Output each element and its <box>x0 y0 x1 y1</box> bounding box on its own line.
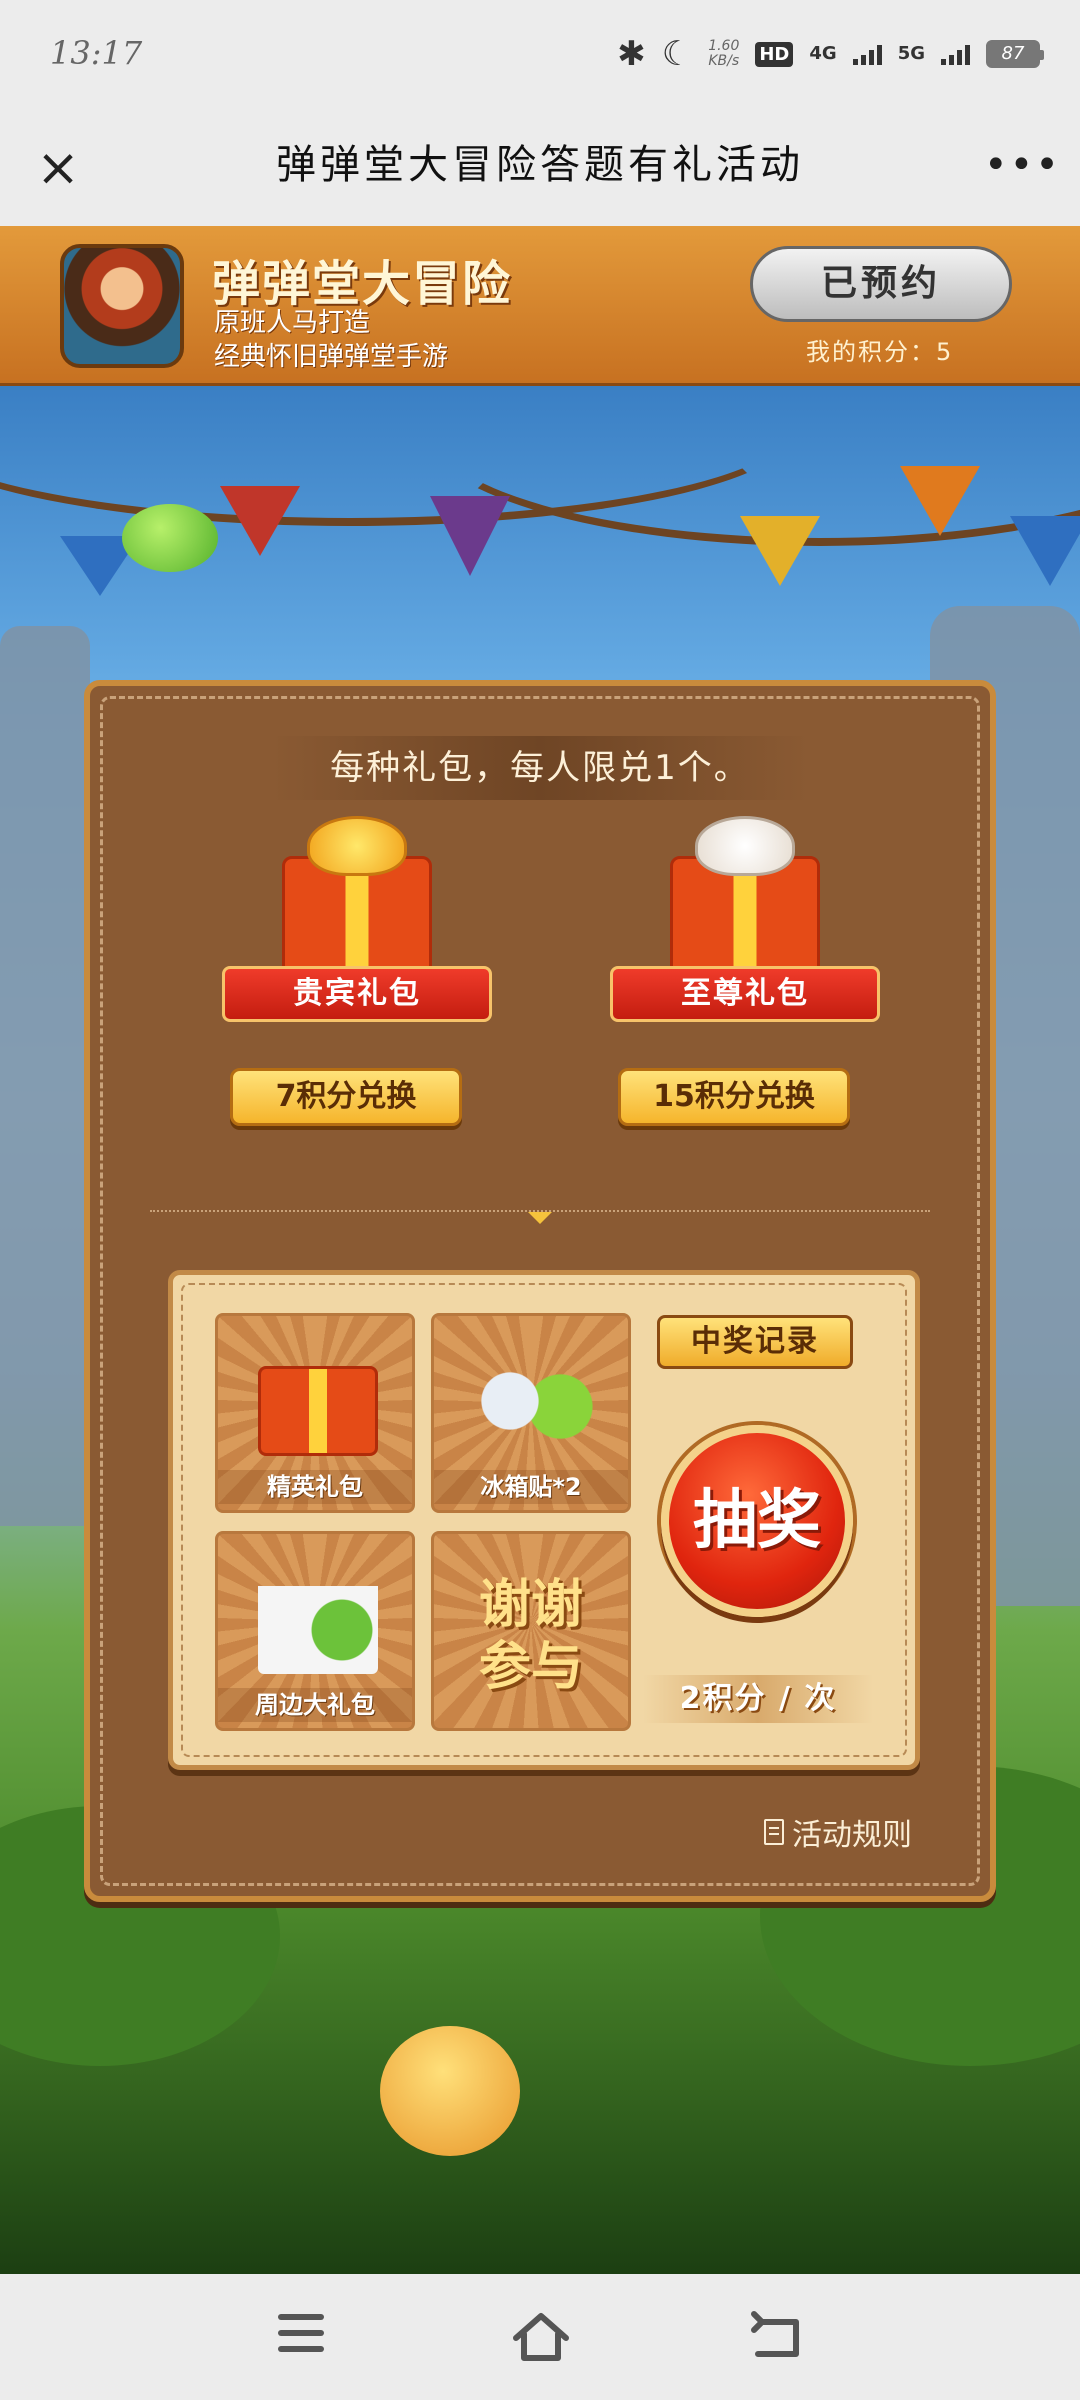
moon-icon: ☾ <box>661 34 693 74</box>
sim2-network: 5G <box>897 43 925 64</box>
back-icon[interactable] <box>744 2304 814 2370</box>
sim1-network: 4G <box>809 43 837 64</box>
pennant-flag <box>1010 516 1080 586</box>
signal-icon-2 <box>941 43 970 65</box>
rules-label: 活动规则 <box>792 1818 912 1853</box>
gift-name: 贵宾礼包 <box>222 966 492 1022</box>
pennant-flag <box>220 486 300 556</box>
gift-supreme[interactable]: 至尊礼包 <box>600 816 890 1076</box>
prize-thanks-text: 谢谢 参与 <box>478 1575 583 1697</box>
game-desc-line1: 原班人马打造 <box>214 308 371 338</box>
signal-icon-1 <box>852 43 882 65</box>
status-icons: ✱ ☾ 1.60 KB/s HD 4G 5G 87 <box>617 34 1044 74</box>
fridge-magnet-icon <box>474 1346 594 1456</box>
win-record-button[interactable]: 中奖记录 <box>657 1315 853 1369</box>
game-icon <box>60 244 184 368</box>
castle-left <box>0 626 90 1526</box>
title-bar: × 弹弹堂大冒险答题有礼活动 ••• <box>0 110 1080 226</box>
draw-button[interactable]: 抽奖 <box>661 1425 853 1617</box>
game-description: 原班人马打造 经典怀旧弹弹堂手游 <box>214 306 448 374</box>
reserve-button[interactable]: 已预约 <box>750 246 1012 322</box>
hd-badge: HD <box>755 41 794 67</box>
system-nav-bar <box>0 2274 1080 2400</box>
exchange-supreme-button[interactable]: 15积分兑换 <box>618 1068 850 1126</box>
prize-label: 精英礼包 <box>218 1470 412 1504</box>
pennant-flag <box>430 496 510 576</box>
activity-board: 每种礼包，每人限兑1个。 贵宾礼包 7积分兑换 至尊礼包 15积分兑换 精英礼包… <box>84 680 996 1902</box>
net-speed-value: 1.60 <box>708 38 740 54</box>
more-options-button[interactable]: ••• <box>984 140 1059 196</box>
pennant-flag <box>900 466 980 536</box>
pennant-flag <box>740 516 820 586</box>
prize-thanks: 谢谢 参与 <box>431 1531 631 1731</box>
mascot-chick-icon <box>380 2026 520 2156</box>
gift-box-icon <box>258 1366 378 1456</box>
bluetooth-icon: ✱ <box>617 34 646 74</box>
gift-bow-icon <box>307 816 407 876</box>
merch-bag-icon <box>258 1564 378 1674</box>
prize-label: 周边大礼包 <box>218 1688 412 1722</box>
battery-icon: 87 <box>986 40 1044 68</box>
chevron-down-icon <box>528 1212 552 1224</box>
gift-bow-icon <box>695 816 795 876</box>
net-speed: 1.60 KB/s <box>708 39 739 69</box>
game-desc-line2: 经典怀旧弹弹堂手游 <box>214 342 449 372</box>
gift-vip[interactable]: 贵宾礼包 <box>212 816 502 1076</box>
home-icon[interactable] <box>506 2304 576 2370</box>
prize-elite-gift: 精英礼包 <box>215 1313 415 1513</box>
prize-label: 冰箱贴*2 <box>434 1470 628 1504</box>
page-title: 弹弹堂大冒险答题有礼活动 <box>276 142 804 188</box>
menu-icon[interactable] <box>266 2304 336 2370</box>
game-name: 弹弹堂大冒险 <box>212 256 513 312</box>
exchange-vip-button[interactable]: 7积分兑换 <box>230 1068 462 1126</box>
my-points: 我的积分：5 <box>806 338 954 366</box>
exchange-notice: 每种礼包，每人限兑1个。 <box>270 736 810 800</box>
lottery-panel: 精英礼包 冰箱贴*2 周边大礼包 谢谢 参与 中奖记录 抽奖 2积分 / 次 <box>168 1270 920 1770</box>
prize-fridge-magnet: 冰箱贴*2 <box>431 1313 631 1513</box>
document-icon <box>764 1819 784 1845</box>
game-banner: 弹弹堂大冒险 原班人马打造 经典怀旧弹弹堂手游 已预约 我的积分：5 <box>0 226 1080 386</box>
draw-cost: 2积分 / 次 <box>643 1675 873 1723</box>
prize-merch-pack: 周边大礼包 <box>215 1531 415 1731</box>
rules-link[interactable]: 活动规则 <box>764 1810 912 1854</box>
mascot-green-icon <box>122 504 218 572</box>
net-speed-unit: KB/s <box>708 53 740 69</box>
gift-name: 至尊礼包 <box>610 966 880 1022</box>
status-time: 13:17 <box>50 34 143 72</box>
status-bar: 13:17 ✱ ☾ 1.60 KB/s HD 4G 5G 87 <box>0 0 1080 110</box>
